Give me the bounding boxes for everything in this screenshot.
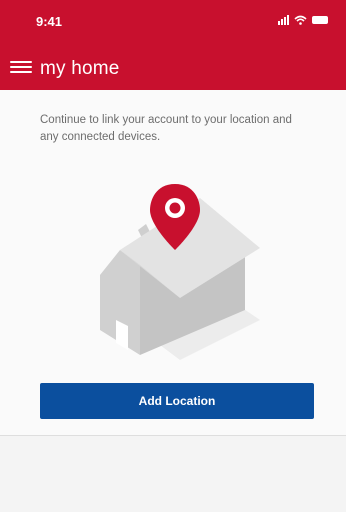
status-icons [278, 15, 328, 25]
status-time: 9:41 [36, 14, 63, 29]
house-illustration [100, 184, 260, 360]
status-bar: 9:41 [0, 0, 346, 46]
app-bar: my home [0, 46, 346, 90]
bottom-area [0, 436, 346, 512]
intro-text: Continue to link your account to your lo… [40, 114, 292, 143]
wifi-icon [294, 15, 307, 25]
menu-icon[interactable] [10, 56, 32, 78]
add-location-button[interactable]: Add Location [40, 383, 314, 419]
page-title: my home [40, 58, 120, 79]
signal-icon [278, 15, 289, 25]
battery-icon [312, 16, 328, 24]
